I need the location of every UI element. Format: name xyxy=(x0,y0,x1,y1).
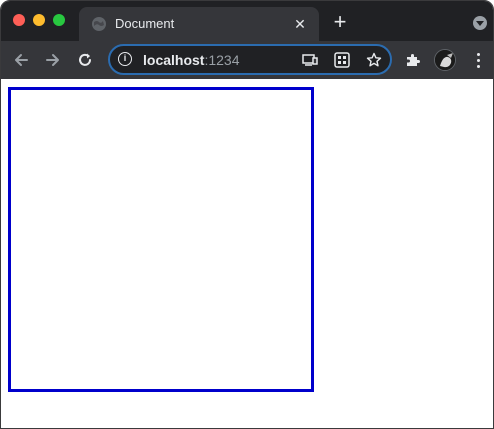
reload-button[interactable] xyxy=(73,48,97,72)
browser-window: Document ✕ + i localhost:1234 xyxy=(0,0,494,429)
cast-icon[interactable] xyxy=(301,51,319,69)
tab-document[interactable]: Document ✕ xyxy=(79,7,319,41)
back-button[interactable] xyxy=(9,48,33,72)
arrow-right-icon xyxy=(46,54,59,66)
maximize-window-button[interactable] xyxy=(53,14,65,26)
globe-icon xyxy=(91,16,107,32)
qr-code-icon[interactable] xyxy=(333,51,351,69)
arrow-left-icon xyxy=(15,54,28,66)
blue-bordered-box xyxy=(8,87,314,392)
extensions-puzzle-icon[interactable] xyxy=(403,50,423,70)
site-info-icon[interactable]: i xyxy=(118,52,132,66)
forward-button[interactable] xyxy=(41,48,65,72)
tab-strip: Document ✕ + xyxy=(1,1,493,41)
star-bookmark-icon[interactable] xyxy=(365,51,383,69)
close-window-button[interactable] xyxy=(13,14,25,26)
tab-search-icon[interactable] xyxy=(473,16,487,30)
address-bar[interactable]: i localhost:1234 xyxy=(108,44,392,75)
tab-close-icon[interactable]: ✕ xyxy=(291,15,309,33)
tab-title: Document xyxy=(115,16,175,31)
minimize-window-button[interactable] xyxy=(33,14,45,26)
new-tab-button[interactable]: + xyxy=(329,11,351,34)
reload-icon xyxy=(79,53,91,66)
browser-toolbar: i localhost:1234 xyxy=(1,41,493,79)
more-menu-icon[interactable] xyxy=(472,50,484,70)
page-viewport xyxy=(1,79,493,428)
url-text: localhost:1234 xyxy=(143,52,240,68)
profile-avatar[interactable] xyxy=(434,49,456,71)
